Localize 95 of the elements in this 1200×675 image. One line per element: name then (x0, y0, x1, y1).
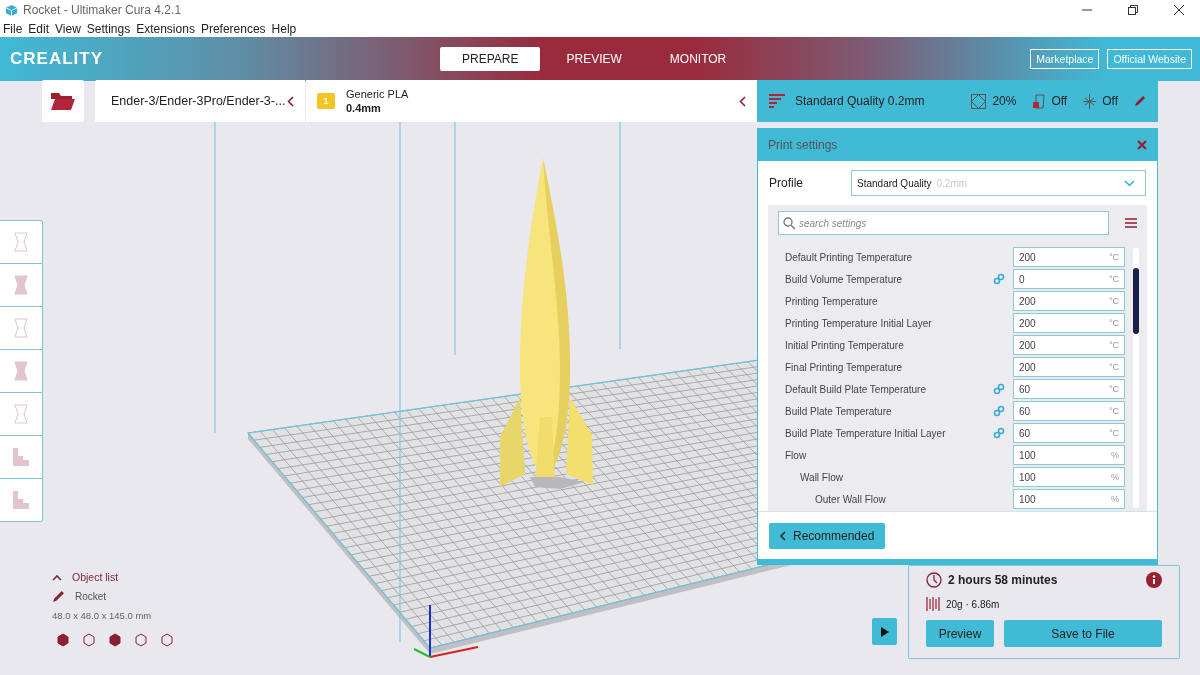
profile-label: Standard Quality 0.2mm (795, 94, 925, 108)
view-cube-icon[interactable] (82, 633, 96, 647)
setting-label: Printing Temperature Initial Layer (785, 317, 933, 329)
setting-label: Default Build Plate Temperature (785, 383, 927, 395)
setting-label: Build Volume Temperature (785, 273, 904, 285)
material-usage: 20g · 6.86m (946, 598, 1000, 610)
view-cube-icon[interactable] (108, 633, 122, 647)
menu-item[interactable]: Edit (28, 21, 50, 36)
logo: CREALITY (10, 49, 103, 69)
window-title: Rocket - Ultimaker Cura 4.2.1 (23, 3, 182, 17)
view-cube-icon[interactable] (56, 633, 70, 647)
open-file-button[interactable] (42, 80, 84, 122)
print-time: 2 hours 58 minutes (948, 573, 1058, 587)
setting-label: Build Plate Temperature Initial Layer (785, 427, 947, 439)
menu-item[interactable]: Extensions (136, 21, 195, 36)
setting-value-field[interactable]: 60 °C (1013, 401, 1125, 421)
setting-label: Build Plate Temperature (785, 405, 893, 417)
support-value: Off (1051, 94, 1068, 108)
menu-item[interactable]: File (3, 21, 23, 36)
chevron-down-icon (1124, 179, 1135, 187)
menu-item[interactable]: Preferences (200, 21, 266, 36)
setting-value-field[interactable]: 200 °C (1013, 313, 1125, 333)
link-icon[interactable] (993, 273, 1005, 285)
folder-icon (50, 91, 76, 111)
setting-value-field[interactable]: 60 °C (1013, 379, 1125, 399)
profile-label: Profile (769, 176, 804, 190)
setting-value-field[interactable]: 100 % (1013, 445, 1125, 465)
material-selector[interactable]: 1 Generic PLA 0.4mm (306, 80, 757, 122)
infill-icon (971, 93, 987, 109)
setting-label: Wall Flow (799, 471, 844, 483)
setting-value-field[interactable]: 200 °C (1013, 247, 1125, 267)
setting-label: Flow (785, 449, 808, 461)
setting-label: Final Printing Temperature (785, 361, 904, 373)
profile-lines-icon (769, 94, 785, 108)
pencil-icon[interactable] (1134, 95, 1146, 107)
menu-item[interactable]: Settings (86, 21, 131, 36)
play-icon (880, 626, 889, 637)
extruder-badge: 1 (317, 93, 335, 109)
object-dimensions: 48.0 x 48.0 x 145.0 mm (52, 610, 153, 621)
nozzle-size: 0.4mm (346, 102, 382, 114)
save-button[interactable]: Save to File (1004, 620, 1162, 647)
stage-tab[interactable]: PREPARE (440, 47, 541, 71)
stage-tab[interactable]: PREVIEW (544, 47, 644, 71)
setting-value-field[interactable]: 200 °C (1013, 335, 1125, 355)
caret-up-icon[interactable] (52, 573, 62, 581)
model-shape-icon (11, 231, 31, 253)
steps-icon (11, 489, 31, 511)
search-field[interactable]: search settings (778, 211, 1109, 235)
model-shape-icon (11, 403, 31, 425)
setting-value-field[interactable]: 100 % (1013, 467, 1125, 487)
setting-label: Outer Wall Flow (814, 493, 887, 505)
recommended-button[interactable]: Recommended (769, 522, 886, 549)
view-cube-icon[interactable] (160, 633, 174, 647)
scrollbar-thumb[interactable] (1133, 268, 1139, 334)
link-icon[interactable] (993, 427, 1005, 439)
pencil-icon (52, 590, 65, 603)
setting-value-field[interactable]: 200 °C (1013, 291, 1125, 311)
setting-label: Printing Temperature (785, 295, 879, 307)
stage-tab[interactable]: MONITOR (647, 47, 749, 71)
steps-icon (11, 446, 31, 468)
setting-value-field[interactable]: 60 °C (1013, 423, 1125, 443)
model-shape-icon (11, 317, 31, 339)
adhesion-value: Off (1102, 94, 1118, 108)
infill-value: 20% (992, 94, 1017, 108)
model-shape-icon (11, 274, 31, 296)
play-button[interactable] (872, 618, 897, 645)
panel-title: Print settings (768, 138, 838, 152)
object-list-toggle[interactable]: Object list (72, 571, 119, 583)
close-icon[interactable] (1174, 5, 1184, 15)
info-icon[interactable] (1146, 572, 1162, 588)
material-name: Generic PLA (346, 88, 409, 100)
setting-label: Initial Printing Temperature (785, 339, 905, 351)
filament-icon (926, 597, 940, 611)
link-icon[interactable] (993, 383, 1005, 395)
view-cube-icon[interactable] (134, 633, 148, 647)
menu-item[interactable]: View (55, 21, 81, 36)
cube-icon (5, 3, 18, 17)
setting-label: Default Printing Temperature (785, 251, 914, 263)
clock-icon (926, 572, 942, 588)
chevron-left-icon (780, 530, 786, 541)
object-name: Rocket (75, 591, 107, 602)
setting-value-field[interactable]: 200 °C (1013, 357, 1125, 377)
model-shape-icon (11, 360, 31, 382)
menu-icon[interactable] (1125, 218, 1137, 228)
restore-icon[interactable] (1128, 5, 1138, 15)
setting-value-field[interactable]: 0 °C (1013, 269, 1125, 289)
menu-item[interactable]: Help (271, 21, 297, 36)
chevron-left-icon (739, 95, 746, 107)
preview-button[interactable]: Preview (926, 620, 994, 647)
link-icon[interactable] (993, 405, 1005, 417)
chevron-left-icon (287, 95, 294, 107)
print-setup-bar[interactable]: Standard Quality 0.2mm 20% Off Off (757, 80, 1158, 122)
printer-selector[interactable]: Ender-3/Ender-3Pro/Ender-3-... (95, 80, 305, 122)
setting-value-field[interactable]: 100 % (1013, 489, 1125, 509)
search-icon (783, 217, 796, 230)
